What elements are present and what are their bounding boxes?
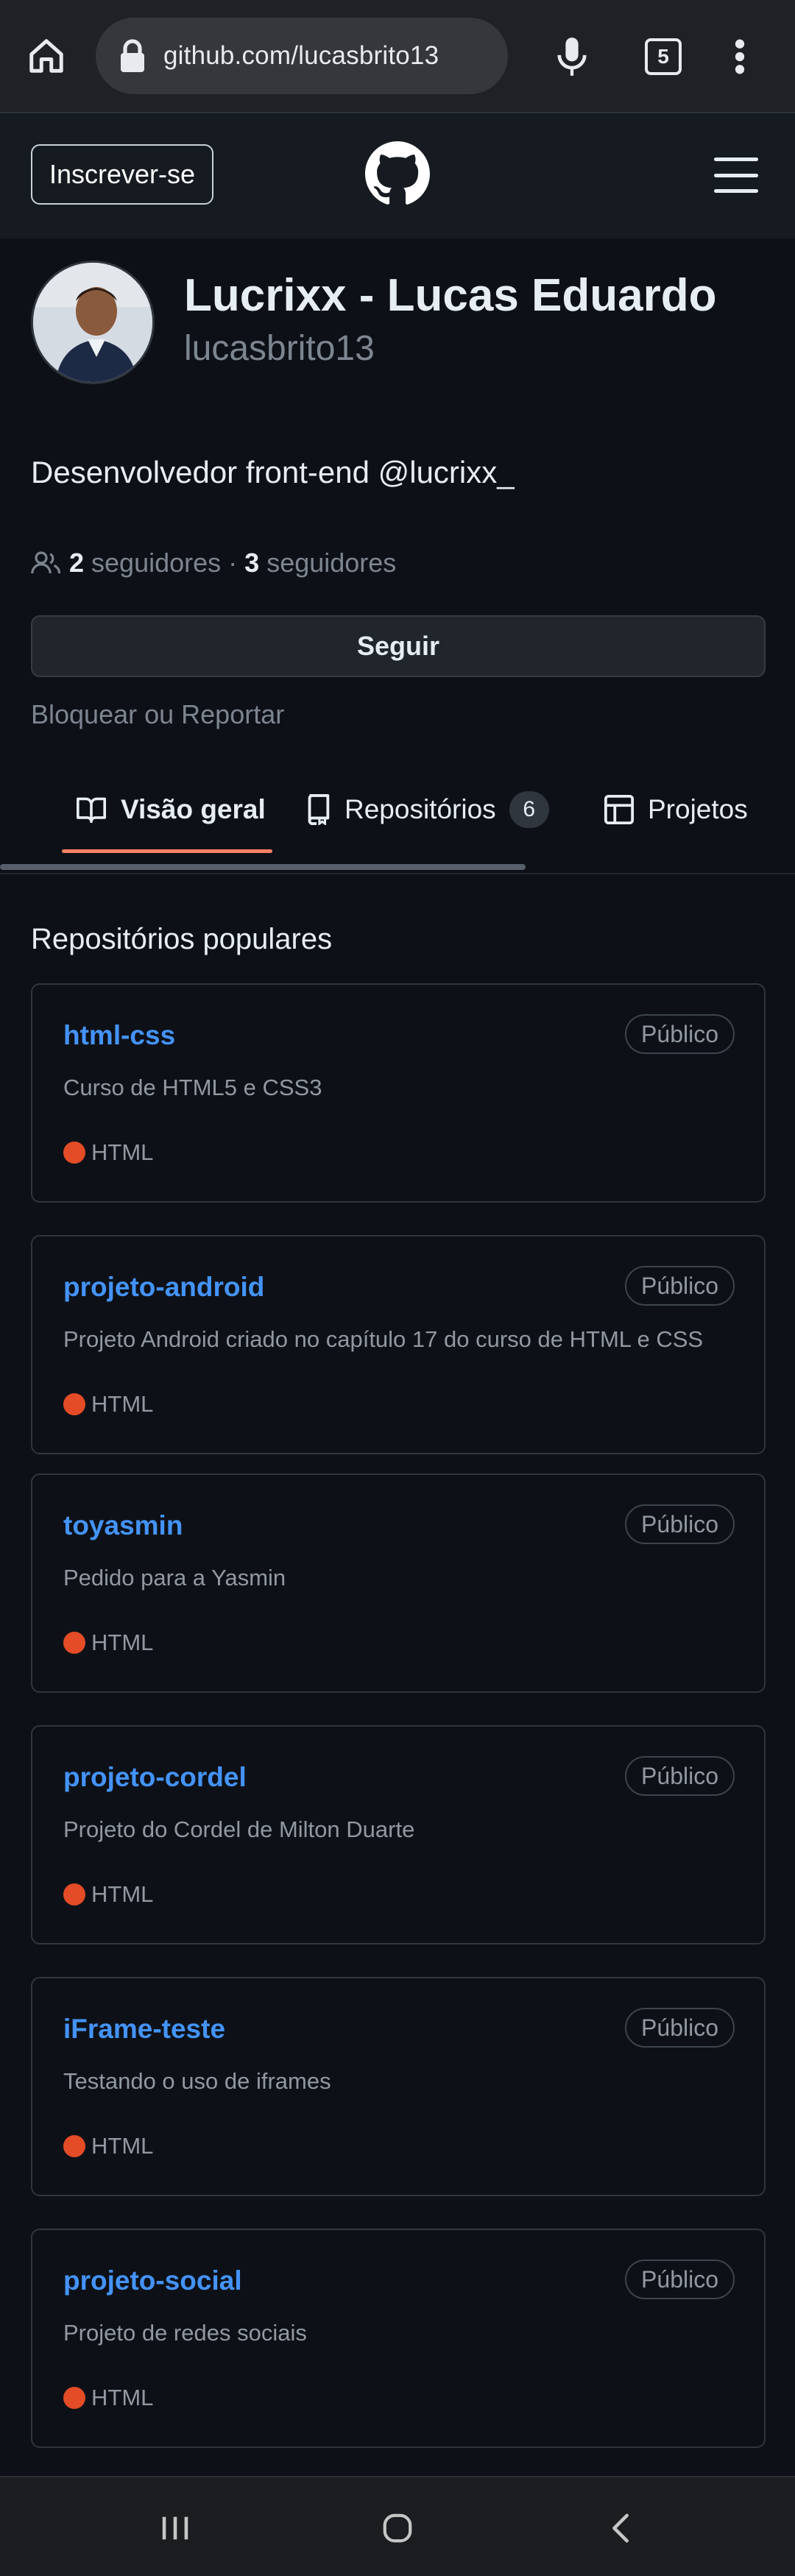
signup-button[interactable]: Inscrever-se	[31, 144, 213, 205]
follow-button[interactable]: Seguir	[31, 615, 766, 677]
repo-name-link[interactable]: projeto-cordel	[63, 1762, 247, 1793]
followers-label[interactable]: seguidores	[91, 548, 221, 578]
repo-card: projeto-android Público Projeto Android …	[31, 1235, 766, 1454]
avatar	[31, 261, 155, 384]
language-label: HTML	[91, 2133, 154, 2159]
followers-row: 2 seguidores · 3 seguidores	[31, 548, 396, 578]
back-icon[interactable]	[592, 2502, 651, 2554]
repo-name-link[interactable]: projeto-social	[63, 2265, 242, 2296]
following-label[interactable]: seguidores	[266, 548, 396, 578]
tab-repositories[interactable]: Repositórios 6	[305, 768, 549, 851]
language-color-dot	[63, 1142, 85, 1164]
repo-card: html-css Público Curso de HTML5 e CSS3 H…	[31, 983, 766, 1203]
repo-card: projeto-social Público Projeto de redes …	[31, 2229, 766, 2448]
repo-description: Curso de HTML5 e CSS3	[63, 1075, 322, 1100]
repo-name-link[interactable]: toyasmin	[63, 1510, 183, 1541]
tab-overview-label: Visão geral	[121, 794, 266, 824]
lock-icon	[121, 39, 144, 72]
popular-repositories-heading: Repositórios populares	[31, 923, 333, 955]
book-icon	[77, 797, 106, 824]
home-icon[interactable]	[19, 32, 74, 79]
block-report-link[interactable]: Bloquear ou Reportar	[31, 699, 284, 730]
visibility-badge: Público	[625, 1504, 735, 1544]
language-label: HTML	[91, 2385, 154, 2410]
following-count[interactable]: 3	[244, 548, 259, 578]
repo-name-link[interactable]: html-css	[63, 1020, 175, 1051]
android-nav-bar	[0, 2476, 795, 2576]
browser-toolbar: github.com/lucasbrito13 5	[0, 0, 795, 112]
profile-tabs: Visão geral Repositórios 6 Projetos	[0, 768, 795, 877]
repo-name-link[interactable]: iFrame-teste	[63, 2014, 225, 2045]
repo-language: HTML	[63, 1881, 153, 1908]
followers-count[interactable]: 2	[69, 548, 84, 578]
repo-description: Pedido para a Yasmin	[63, 1565, 286, 1590]
site-header: Inscrever-se	[0, 112, 795, 238]
repo-card: toyasmin Público Pedido para a Yasmin HT…	[31, 1473, 766, 1693]
visibility-badge: Público	[625, 1266, 735, 1306]
home-circle-icon[interactable]	[368, 2502, 427, 2554]
repo-language: HTML	[63, 1391, 153, 1418]
github-mark-icon[interactable]	[365, 141, 430, 206]
tabs-icon: 5	[645, 38, 682, 75]
tab-switcher-button[interactable]: 5	[637, 32, 689, 81]
mic-icon[interactable]	[545, 29, 599, 84]
language-label: HTML	[91, 1391, 154, 1417]
table-icon	[604, 794, 635, 825]
language-label: HTML	[91, 1139, 154, 1165]
tab-projects[interactable]: Projetos	[604, 768, 748, 851]
visibility-badge: Público	[625, 2008, 735, 2048]
repositories-counter: 6	[509, 791, 549, 828]
visibility-badge: Público	[625, 2260, 735, 2299]
language-color-dot	[63, 1883, 85, 1906]
url-text: github.com/lucasbrito13	[163, 41, 439, 70]
language-label: HTML	[91, 1881, 154, 1907]
repo-description: Testando o uso de iframes	[63, 2068, 331, 2094]
tab-count: 5	[657, 45, 669, 68]
repo-icon	[308, 794, 330, 825]
profile-username: lucasbrito13	[184, 329, 375, 368]
tabs-divider	[0, 873, 795, 874]
tab-projects-label: Projetos	[648, 794, 748, 824]
repo-language: HTML	[63, 1139, 153, 1166]
followers-separator: ·	[228, 548, 238, 578]
recents-icon[interactable]	[146, 2502, 205, 2554]
profile-bio: Desenvolvedor front-end @lucrixx_	[31, 455, 515, 489]
hamburger-icon[interactable]	[714, 158, 758, 193]
selected-tab-indicator	[62, 849, 272, 853]
profile-display-name: Lucrixx - Lucas Eduardo	[184, 270, 717, 321]
language-color-dot	[63, 1393, 85, 1415]
tabs-scrollbar[interactable]	[0, 864, 526, 870]
language-label: HTML	[91, 1630, 154, 1655]
repo-name-link[interactable]: projeto-android	[63, 1272, 264, 1303]
people-icon	[31, 551, 61, 574]
address-bar[interactable]: github.com/lucasbrito13	[96, 18, 508, 94]
language-color-dot	[63, 1632, 85, 1654]
tab-repositories-label: Repositórios	[344, 794, 496, 824]
repo-description: Projeto do Cordel de Milton Duarte	[63, 1816, 415, 1842]
repo-language: HTML	[63, 2133, 153, 2159]
visibility-badge: Público	[625, 1756, 735, 1796]
repo-language: HTML	[63, 2385, 153, 2411]
repo-language: HTML	[63, 1630, 153, 1656]
more-vert-icon[interactable]	[714, 29, 766, 84]
language-color-dot	[63, 2135, 85, 2157]
repo-card: projeto-cordel Público Projeto do Cordel…	[31, 1725, 766, 1945]
visibility-badge: Público	[625, 1014, 735, 1054]
language-color-dot	[63, 2387, 85, 2409]
repo-description: Projeto de redes sociais	[63, 2320, 307, 2346]
repo-description: Projeto Android criado no capítulo 17 do…	[63, 1326, 704, 1352]
tab-overview[interactable]: Visão geral	[75, 768, 266, 851]
repo-card: iFrame-teste Público Testando o uso de i…	[31, 1977, 766, 2196]
